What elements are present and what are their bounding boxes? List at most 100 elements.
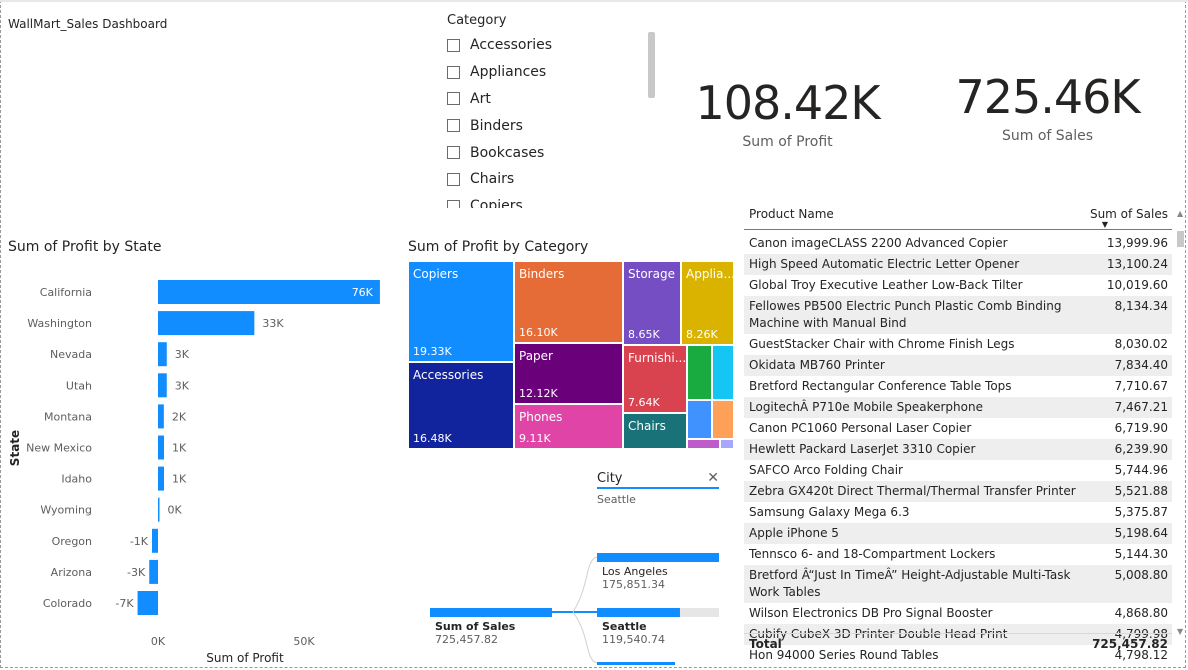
- slicer-item-copiers[interactable]: Copiers: [447, 193, 662, 208]
- slicer-item-appliances[interactable]: Appliances: [447, 59, 662, 86]
- kpi-sales-card: 725.46K Sum of Sales: [950, 74, 1145, 144]
- scroll-up-icon[interactable]: ▲: [1177, 209, 1183, 218]
- sales-cell: 7,710.67: [1114, 379, 1168, 393]
- sales-cell: 10,019.60: [1106, 278, 1168, 292]
- treemap-tile-accessories[interactable]: Accessories 16.48K: [408, 362, 514, 449]
- bar-value-label: 3K: [175, 348, 190, 361]
- slicer-item-label: Bookcases: [470, 144, 545, 161]
- kpi-sales-value: 725.46K: [955, 70, 1140, 124]
- checkbox-icon[interactable]: [447, 92, 460, 106]
- table-row[interactable]: Global Troy Executive Leather Low-Back T…: [744, 275, 1172, 296]
- tile-label: Chairs: [628, 419, 666, 433]
- table-row[interactable]: Apple iPhone 5 5,198.64: [744, 523, 1172, 544]
- state-label: Colorado: [43, 597, 92, 610]
- treemap-tile[interactable]: [712, 345, 734, 400]
- treemap-tile[interactable]: [687, 439, 720, 449]
- slicer-item-bookcases[interactable]: Bookcases: [447, 139, 662, 166]
- treemap-tile-furnishi[interactable]: Furnishi... 7.64K: [623, 345, 687, 413]
- x-axis-title: Sum of Profit: [206, 651, 284, 665]
- table-row[interactable]: Samsung Galaxy Mega 6.3 5,375.87: [744, 502, 1172, 523]
- column-header-sales[interactable]: Sum of Sales: [1090, 207, 1168, 221]
- checkbox-icon[interactable]: [447, 199, 460, 208]
- tile-label: Binders: [519, 267, 565, 281]
- decomp-bar-next: [597, 662, 675, 665]
- table-row[interactable]: LogitechÂ P710e Mobile Speakerphone 7,467…: [744, 397, 1172, 418]
- slicer-item-binders[interactable]: Binders: [447, 112, 662, 139]
- table-scrollbar[interactable]: ▲ ▼: [1176, 209, 1185, 639]
- bar-wyoming: [158, 497, 160, 522]
- top-divider: [0, 0, 1188, 2]
- table-row[interactable]: Wilson Electronics DB Pro Signal Booster…: [744, 603, 1172, 624]
- table-total-row: Total 725,457.82: [744, 633, 1172, 651]
- tile-label: Applia...: [686, 267, 734, 281]
- bar-washington: [158, 311, 255, 336]
- decomposition-tree: Sum of Sales725,457.82 Los Angeles175,851…: [430, 553, 719, 665]
- decomp-value-seattle: 119,540.74: [602, 633, 665, 646]
- product-name-cell: SAFCO Arco Folding Chair: [749, 463, 903, 477]
- treemap-tile-copiers[interactable]: Copiers 19.33K: [408, 261, 514, 362]
- bar-montana: [158, 404, 164, 429]
- decomp-bar-seattle: [597, 608, 680, 617]
- bar-value-label: -3K: [127, 566, 146, 579]
- product-name-cell: High Speed Automatic Electric Letter Ope…: [749, 257, 1020, 271]
- treemap-tile[interactable]: [687, 345, 712, 400]
- slicer-item-accessories[interactable]: Accessories: [447, 32, 662, 59]
- treemap-tile[interactable]: [712, 400, 734, 439]
- checkbox-icon[interactable]: [447, 146, 460, 160]
- treemap-tile[interactable]: [720, 439, 734, 449]
- table-row[interactable]: Zebra GX420t Direct Thermal/Thermal Tran…: [744, 481, 1172, 502]
- close-icon[interactable]: ✕: [707, 470, 719, 486]
- slicer-item-label: Chairs: [470, 171, 515, 188]
- treemap-tile-paper[interactable]: Paper 12.12K: [514, 343, 623, 404]
- checkbox-icon[interactable]: [447, 119, 460, 133]
- table-row[interactable]: GuestStacker Chair with Chrome Finish Le…: [744, 334, 1172, 355]
- slicer-item-label: Accessories: [470, 37, 553, 54]
- checkbox-icon[interactable]: [447, 38, 460, 52]
- kpi-sales-label: Sum of Sales: [1001, 128, 1094, 144]
- table-row[interactable]: SAFCO Arco Folding Chair 5,744.96: [744, 460, 1172, 481]
- profit-by-category-treemap: Copiers 19.33K Accessories 16.48K Binders 16.…: [408, 261, 734, 449]
- treemap-tile-applia[interactable]: Applia... 8.26K: [681, 261, 734, 345]
- table-row[interactable]: High Speed Automatic Electric Letter Ope…: [744, 254, 1172, 275]
- state-label: Wyoming: [40, 504, 92, 517]
- product-name-cell: Fellowes PB500 Electric Punch Plastic Co…: [749, 299, 1062, 330]
- table-row[interactable]: Bretford Rectangular Conference Table To…: [744, 376, 1172, 397]
- bar-nevada: [158, 342, 167, 367]
- scroll-down-icon[interactable]: ▼: [1177, 627, 1183, 636]
- table-row[interactable]: Tennsco 6- and 18-Compartment Lockers 5,1…: [744, 544, 1172, 565]
- state-label: Montana: [44, 410, 92, 423]
- table-row[interactable]: Okidata MB760 Printer 7,834.40: [744, 355, 1172, 376]
- bar-value-label: 1K: [172, 473, 187, 486]
- bar-california: [158, 280, 380, 304]
- table-row[interactable]: Canon imageCLASS 2200 Advanced Copier 13,…: [744, 233, 1172, 254]
- scroll-thumb[interactable]: [1177, 231, 1184, 247]
- bar-value-label: 1K: [172, 442, 187, 455]
- city-filter-value: Seattle: [597, 493, 636, 506]
- table-row[interactable]: Canon PC1060 Personal Laser Copier 6,719.…: [744, 418, 1172, 439]
- treemap-tile-chairs[interactable]: Chairs: [623, 413, 687, 449]
- decomp-root-label: Sum of Sales: [435, 620, 516, 633]
- sales-cell: 7,467.21: [1114, 400, 1168, 414]
- bar-value-label: -7K: [115, 597, 134, 610]
- checkbox-icon[interactable]: [447, 65, 460, 79]
- slicer-item-art[interactable]: Art: [447, 86, 662, 113]
- product-name-cell: GuestStacker Chair with Chrome Finish Le…: [749, 337, 1015, 351]
- treemap-tile-phones[interactable]: Phones 9.11K: [514, 404, 623, 449]
- product-name-cell: Zebra GX420t Direct Thermal/Thermal Tran…: [749, 484, 1076, 498]
- treemap-tile-storage[interactable]: Storage 8.65K: [623, 261, 681, 345]
- checkbox-icon[interactable]: [447, 172, 460, 186]
- slicer-scrollbar[interactable]: [648, 32, 655, 98]
- slicer-item-chairs[interactable]: Chairs: [447, 166, 662, 193]
- slicer-item-label: Art: [470, 90, 491, 107]
- column-header-product[interactable]: Product Name: [749, 207, 834, 221]
- category-slicer: Category Accessories Appliances Art Binders…: [447, 13, 662, 208]
- treemap-tile-binders[interactable]: Binders 16.10K: [514, 261, 623, 343]
- treemap-tile[interactable]: [687, 400, 712, 439]
- city-filter[interactable]: City ✕ Seattle: [597, 470, 719, 506]
- sales-cell: 13,999.96: [1106, 236, 1168, 250]
- table-row[interactable]: Fellowes PB500 Electric Punch Plastic Co…: [744, 296, 1172, 334]
- table-row[interactable]: Bretford Â“Just In TimeÂ” Height-Adjusta…: [744, 565, 1172, 603]
- state-label: Utah: [66, 379, 92, 392]
- tile-value: 8.65K: [628, 328, 660, 341]
- table-row[interactable]: Hewlett Packard LaserJet 3310 Copier 6,23…: [744, 439, 1172, 460]
